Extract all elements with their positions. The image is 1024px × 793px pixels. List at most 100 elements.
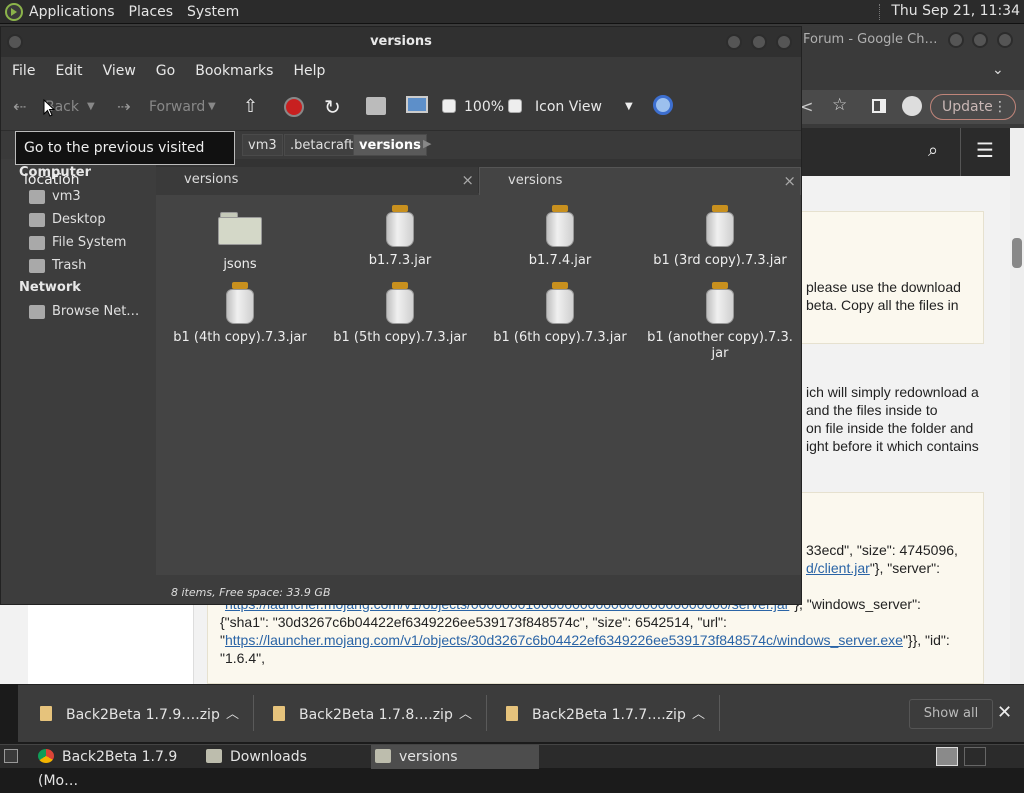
file-name: jsons: [223, 257, 257, 272]
tab-versions-2[interactable]: versions ×: [479, 167, 801, 195]
profile-icon[interactable]: [902, 96, 922, 116]
jar-icon: [545, 205, 575, 247]
zip-file-icon: [40, 706, 52, 721]
places-menu[interactable]: Places: [129, 4, 174, 20]
forward-button[interactable]: Forward: [149, 95, 205, 119]
toolbar: ⇠ Back ▼ ⇢ Forward ▼ ⇧ ↻ 100% Icon View …: [1, 85, 801, 131]
file-item[interactable]: b1 (3rd copy).7.3.jar: [640, 205, 800, 269]
download-filename: Back2Beta 1.7.8….zip: [299, 707, 453, 723]
star-icon[interactable]: ☆: [832, 95, 847, 115]
clock[interactable]: Thu Sep 21, 11:34: [879, 3, 1020, 20]
forward-arrow-icon[interactable]: ⇢: [117, 95, 130, 119]
task-downloads[interactable]: Downloads: [206, 745, 366, 769]
windows-server-link[interactable]: https://launcher.mojang.com/v1/objects/3…: [225, 632, 903, 648]
gnome-foot-icon[interactable]: [5, 2, 23, 21]
tab-versions-1[interactable]: versions ×: [156, 167, 478, 195]
zoom-level[interactable]: 100%: [464, 95, 504, 119]
close-icon[interactable]: ✕: [997, 702, 1012, 723]
view-mode-dropdown-icon[interactable]: ▼: [625, 95, 633, 119]
path-next-icon[interactable]: ▶: [423, 137, 431, 150]
minimize-icon[interactable]: [726, 34, 742, 50]
menu-go[interactable]: Go: [156, 63, 175, 79]
computer-icon[interactable]: [406, 96, 428, 113]
page-scrollbar[interactable]: [1010, 128, 1024, 684]
home-icon[interactable]: [366, 97, 386, 115]
top-panel: Applications Places System Thu Sep 21, 1…: [0, 0, 1024, 24]
code-text-rest: "}, "windows_server":: [789, 596, 921, 612]
scrollbar-thumb[interactable]: [1012, 238, 1022, 268]
sidebar-item-trash[interactable]: Trash: [29, 256, 86, 276]
path-crumb-vm3[interactable]: vm3: [242, 134, 283, 156]
file-item[interactable]: b1.7.4.jar: [480, 205, 640, 269]
applications-menu[interactable]: Applications: [29, 4, 115, 20]
file-item[interactable]: b1 (4th copy).7.3.jar: [160, 282, 320, 346]
menu-file[interactable]: File: [12, 63, 35, 79]
system-menu[interactable]: System: [187, 4, 239, 20]
zoom-out-icon[interactable]: [442, 99, 456, 113]
task-versions[interactable]: versions: [371, 745, 539, 769]
task-label: Downloads: [230, 749, 307, 765]
maximize-icon[interactable]: [972, 32, 988, 48]
file-item[interactable]: b1.7.3.jar: [320, 205, 480, 269]
file-item[interactable]: b1 (another copy).7.3. jar: [640, 282, 800, 362]
download-item[interactable]: Back2Beta 1.7.9….zip ︿: [40, 705, 239, 725]
up-icon[interactable]: ⇧: [243, 95, 258, 119]
side-panel-icon[interactable]: [872, 99, 886, 113]
close-tab-icon[interactable]: ×: [783, 168, 796, 194]
hamburger-menu-icon[interactable]: ☰: [976, 138, 994, 162]
sidebar-item-browse-network[interactable]: Browse Net…: [29, 302, 139, 322]
view-mode-select[interactable]: Icon View: [535, 95, 602, 119]
path-crumb-betacraft[interactable]: .betacraft: [284, 134, 360, 156]
file-view: jsons b1.7.3.jar b1.7.4.jar b1 (3rd copy…: [156, 195, 801, 575]
sidebar-item-file-system[interactable]: File System: [29, 233, 126, 253]
download-separator: [719, 695, 720, 731]
stop-icon[interactable]: [284, 97, 304, 117]
chevron-up-icon[interactable]: ︿: [459, 705, 472, 725]
close-tab-icon[interactable]: ×: [461, 167, 474, 193]
file-name: b1 (6th copy).7.3.jar: [493, 330, 627, 345]
minimize-icon[interactable]: [948, 32, 964, 48]
close-icon[interactable]: [776, 34, 792, 50]
close-icon[interactable]: [997, 32, 1013, 48]
chevron-down-icon[interactable]: ⌄: [992, 62, 1004, 78]
show-all-button[interactable]: Show all: [909, 699, 993, 729]
back-history-dropdown-icon[interactable]: ▼: [87, 95, 95, 119]
workspace-switcher[interactable]: [936, 747, 958, 766]
places-sidebar: Computer vm3 Desktop File System Trash N…: [9, 162, 154, 576]
menu-view[interactable]: View: [103, 63, 136, 79]
download-item[interactable]: Back2Beta 1.7.8….zip ︿: [273, 705, 472, 725]
window-menu-icon[interactable]: [7, 34, 23, 50]
window-title[interactable]: versions: [1, 27, 801, 57]
drive-icon: [29, 236, 45, 250]
file-item[interactable]: b1 (5th copy).7.3.jar: [320, 282, 480, 346]
menu-bookmarks[interactable]: Bookmarks: [195, 63, 273, 79]
back-arrow-icon[interactable]: ⇠: [13, 95, 26, 119]
update-button[interactable]: Update: [930, 94, 1016, 120]
chevron-up-icon[interactable]: ︿: [226, 705, 239, 725]
search-icon[interactable]: [653, 95, 673, 115]
path-crumb-versions[interactable]: versions: [353, 134, 427, 156]
download-item[interactable]: Back2Beta 1.7.7….zip ︿: [506, 705, 705, 725]
client-jar-link[interactable]: d/client.jar: [806, 560, 870, 576]
zip-file-icon: [273, 706, 285, 721]
forward-history-dropdown-icon[interactable]: ▼: [208, 95, 216, 119]
task-chrome[interactable]: Back2Beta 1.7.9 (Mo…: [38, 745, 202, 789]
zoom-in-icon[interactable]: [508, 99, 522, 113]
sidebar-item-desktop[interactable]: Desktop: [29, 210, 106, 230]
file-item[interactable]: b1 (6th copy).7.3.jar: [480, 282, 640, 346]
maximize-icon[interactable]: [751, 34, 767, 50]
workspace-switcher[interactable]: [964, 747, 986, 766]
menu-edit[interactable]: Edit: [55, 63, 82, 79]
search-icon[interactable]: ⌕: [928, 140, 938, 161]
share-icon[interactable]: <: [800, 97, 813, 116]
download-separator: [486, 695, 487, 731]
reload-icon[interactable]: ↻: [324, 95, 341, 119]
sidebar-item-label: Trash: [52, 258, 87, 273]
menu-help[interactable]: Help: [293, 63, 325, 79]
jar-icon: [545, 282, 575, 324]
post-text: ight before it which contains: [806, 438, 979, 454]
chevron-up-icon[interactable]: ︿: [692, 705, 705, 725]
show-desktop-icon[interactable]: [4, 749, 18, 763]
jar-icon: [385, 205, 415, 247]
file-item[interactable]: jsons: [160, 207, 320, 273]
